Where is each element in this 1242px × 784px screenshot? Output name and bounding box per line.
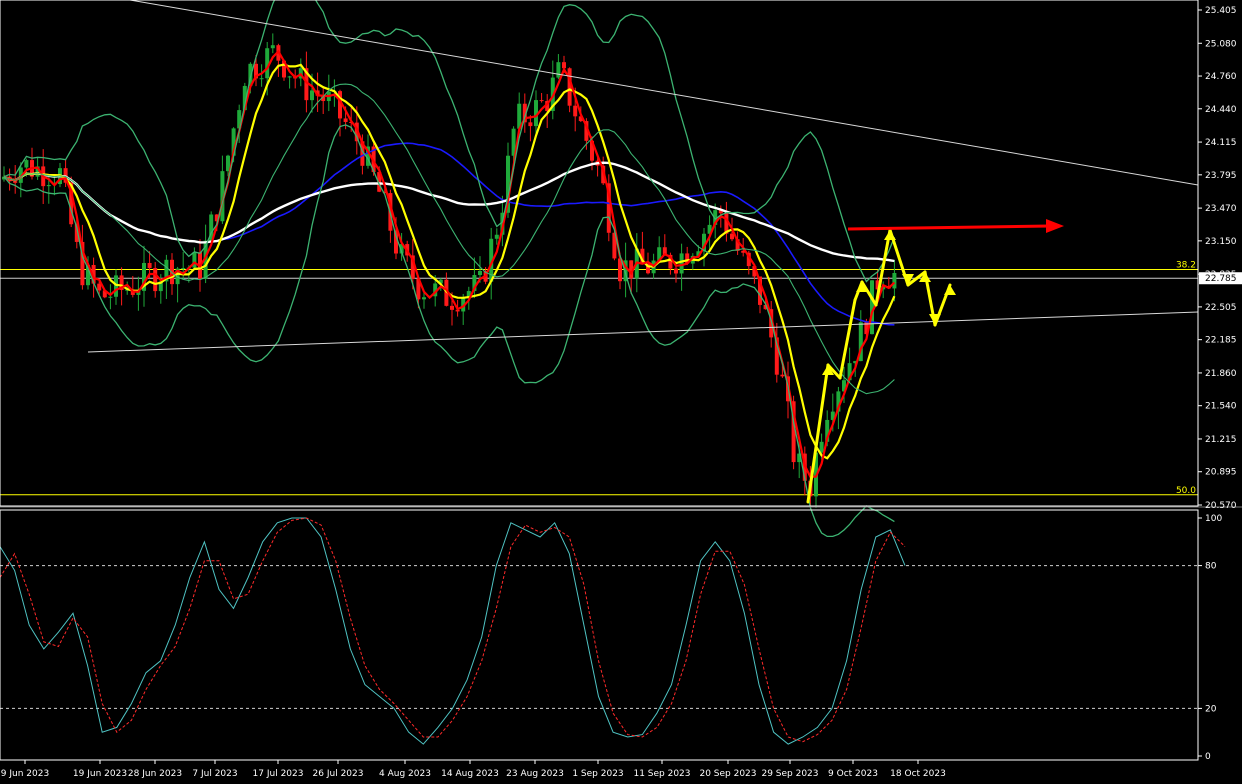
x-tick-label: 1 Sep 2023 [572,769,623,779]
bull-candle [287,76,292,78]
y-tick-label: 23.150 [1205,237,1237,247]
x-tick-label: 23 Aug 2023 [506,769,564,779]
y-tick-label: 20.895 [1205,468,1237,478]
y-tick-label: 21.860 [1205,369,1237,379]
bull-candle [181,268,186,270]
x-tick-label: 26 Jul 2023 [313,769,364,779]
x-tick-label: 20 Sep 2023 [699,769,756,779]
x-tick-label: 28 Jun 2023 [128,769,182,779]
y-tick-label: 20.570 [1205,501,1237,511]
osc-y-tick-label: 0 [1205,752,1211,762]
fib-level-label: 38.2 [1176,261,1196,271]
fib-level-label: 50.0 [1176,486,1196,496]
y-tick-label: 24.440 [1205,105,1237,115]
bull-candle [114,275,118,297]
x-tick-label: 9 Oct 2023 [828,769,878,779]
bear-candle [674,268,678,274]
y-tick-label: 23.795 [1205,171,1237,181]
price-chart[interactable]: 38.2 50.0 25.405 25.080 24.760 24.440 24.115 2… [0,0,1242,784]
x-tick-label: 11 Sep 2023 [633,769,690,779]
bull-candle [259,78,264,80]
bull-candle [46,185,51,187]
x-tick-label: 18 Oct 2023 [890,769,946,779]
bull-candle [556,62,561,78]
bull-candle [422,297,426,300]
x-tick-label: 19 Jun 2023 [73,769,127,779]
bull-candle [24,160,29,168]
bear-candle [539,100,544,102]
bear-candle [343,118,348,122]
y-tick-label: 24.760 [1205,72,1237,82]
y-tick-label: 24.115 [1205,138,1237,148]
bear-candle [153,268,158,292]
bear-candle [573,105,578,117]
x-tick-label: 9 Jun 2023 [1,769,49,779]
osc-y-tick-label: 100 [1205,514,1222,524]
bear-candle [567,68,572,106]
bull-candle [679,253,684,274]
bear-candle [528,122,533,127]
bear-candle [450,305,454,310]
bull-candle [819,441,824,453]
bull-candle [310,90,314,101]
y-tick-label: 21.540 [1205,402,1237,412]
x-tick-label: 14 Aug 2023 [441,769,499,779]
y-tick-label: 23.470 [1205,204,1237,214]
x-tick-label: 29 Sep 2023 [761,769,818,779]
y-tick-label: 22.185 [1205,336,1237,346]
y-tick-label: 22.505 [1205,303,1237,313]
y-tick-label: 21.215 [1205,435,1237,445]
osc-y-tick-label: 80 [1205,562,1217,572]
bull-candle [108,296,113,298]
bear-candle [147,262,152,269]
bear-candle [780,374,785,377]
osc-y-tick-label: 20 [1205,704,1217,714]
bull-candle [494,234,499,239]
bull-candle [478,270,482,275]
x-tick-label: 17 Jul 2023 [253,769,304,779]
current-price-label: 22.785 [1205,274,1237,284]
y-tick-label: 25.080 [1205,39,1237,49]
x-tick-label: 7 Jul 2023 [192,769,237,779]
bull-candle [892,272,897,289]
bull-candle [270,45,275,49]
y-tick-label: 25.405 [1205,6,1237,16]
x-tick-label: 4 Aug 2023 [379,769,431,779]
